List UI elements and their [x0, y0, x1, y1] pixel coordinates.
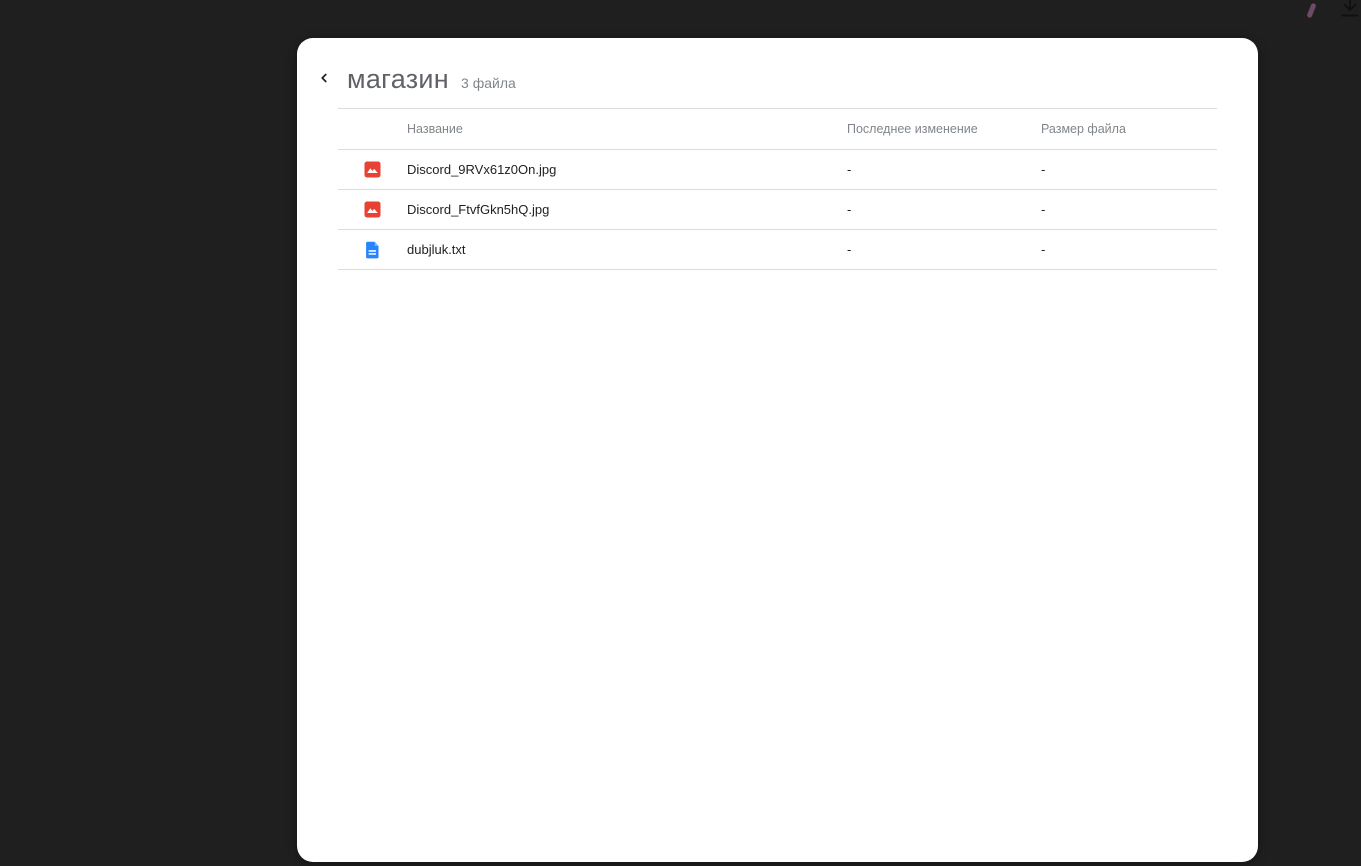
- folder-title: магазин: [347, 64, 450, 94]
- file-name: dubjluk.txt: [407, 242, 466, 257]
- table-row[interactable]: dubjluk.txt - -: [338, 230, 1217, 270]
- column-header-modified: Последнее изменение: [847, 122, 978, 136]
- file-table: Название Последнее изменение Размер файл…: [338, 108, 1217, 270]
- file-count: 3 файла: [461, 75, 516, 91]
- text-file-icon: [365, 241, 380, 259]
- chevron-left-icon: [321, 73, 327, 83]
- table-row[interactable]: Discord_FtvfGkn5hQ.jpg - -: [338, 190, 1217, 230]
- column-header-name: Название: [407, 122, 463, 136]
- file-modified: -: [847, 202, 852, 217]
- file-size: -: [1041, 202, 1046, 217]
- panel-header: магазин 3 файла: [347, 64, 1214, 95]
- file-panel: магазин 3 файла Название Последнее измен…: [297, 38, 1258, 862]
- file-size: -: [1041, 162, 1046, 177]
- file-name: Discord_FtvfGkn5hQ.jpg: [407, 202, 550, 217]
- column-header-size: Размер файла: [1041, 122, 1126, 136]
- image-file-icon: [364, 201, 381, 218]
- file-name: Discord_9RVx61z0On.jpg: [407, 162, 557, 177]
- file-icon-cell: [338, 201, 407, 218]
- pen-mark: [1306, 2, 1317, 19]
- table-header-row: Название Последнее изменение Размер файл…: [338, 108, 1217, 150]
- file-modified: -: [847, 162, 852, 177]
- table-row[interactable]: Discord_9RVx61z0On.jpg - -: [338, 150, 1217, 190]
- file-icon-cell: [338, 161, 407, 178]
- image-file-icon: [364, 161, 381, 178]
- file-size: -: [1041, 242, 1046, 257]
- file-modified: -: [847, 242, 852, 257]
- file-rows: Discord_9RVx61z0On.jpg - - Discord_FtvfG…: [338, 150, 1217, 270]
- download-icon[interactable]: [1339, 0, 1361, 22]
- screen: магазин 3 файла Название Последнее измен…: [0, 0, 1361, 866]
- back-button[interactable]: [313, 67, 335, 89]
- file-icon-cell: [338, 241, 407, 259]
